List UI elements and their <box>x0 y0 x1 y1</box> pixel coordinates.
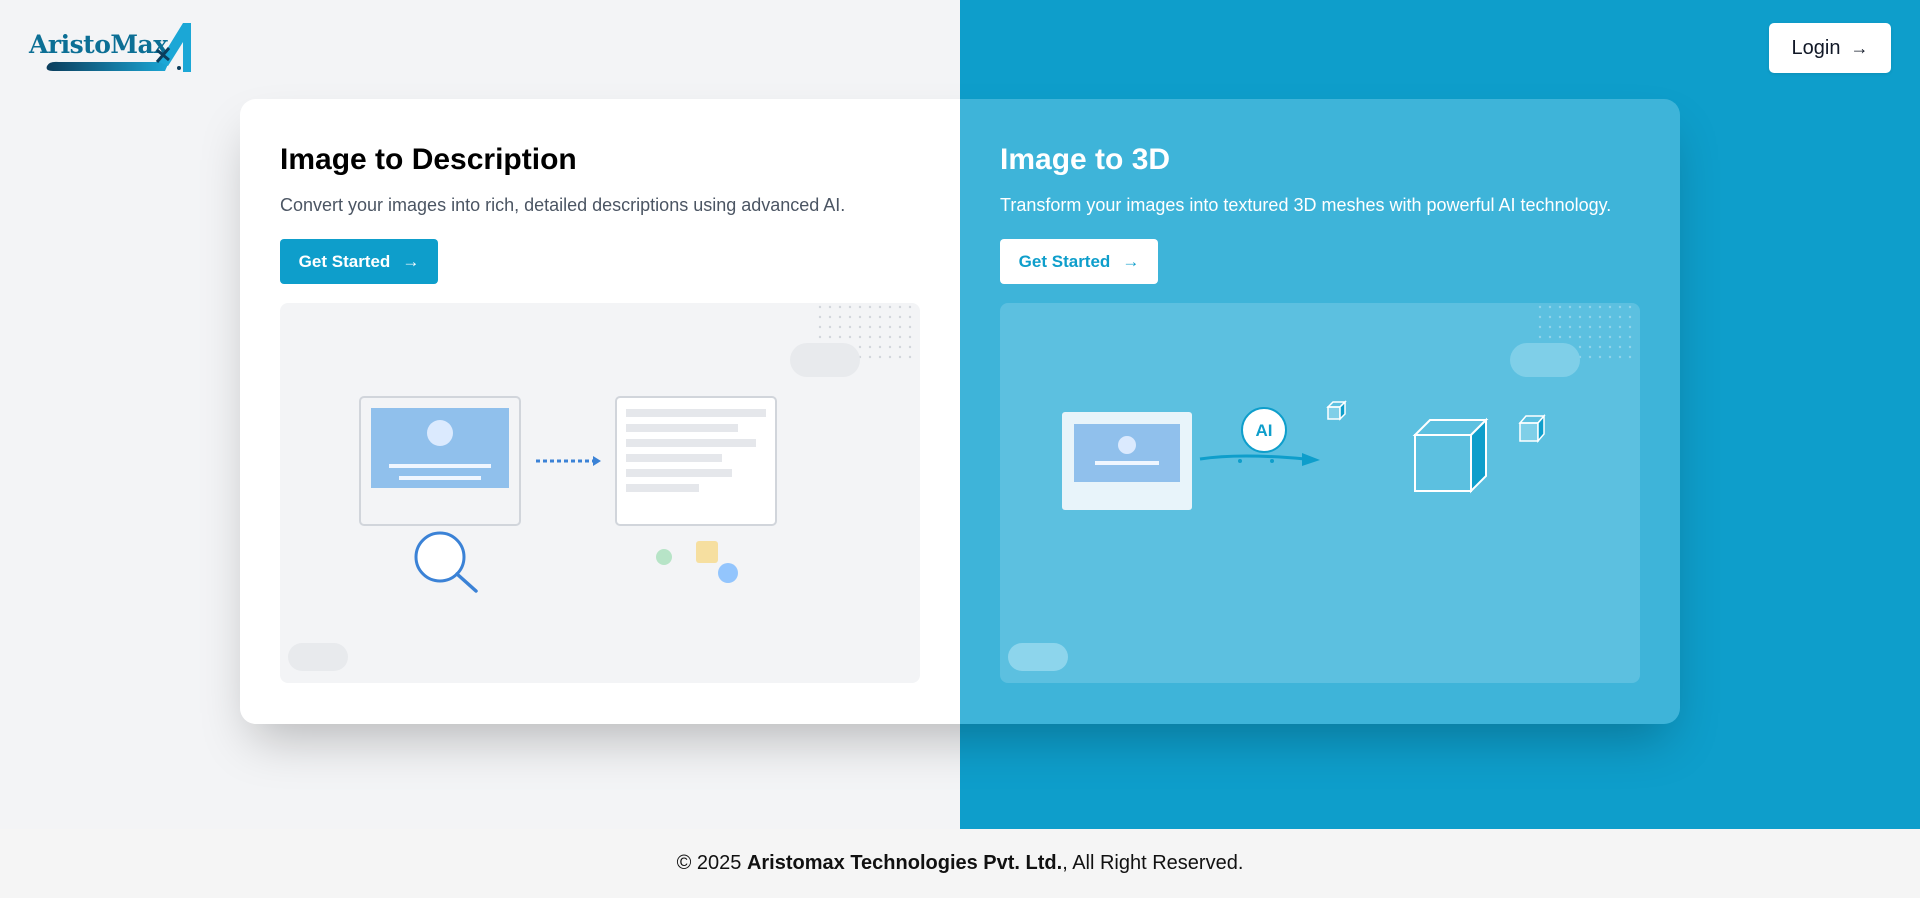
card-description: Convert your images into rich, detailed … <box>280 195 846 215</box>
description-illustration <box>280 303 920 683</box>
image-to-3d-card: Image to 3D Transform your images into t… <box>960 99 1680 724</box>
card-description: Transform your images into textured 3D m… <box>1000 195 1612 215</box>
get-started-label: Get Started <box>1018 251 1111 271</box>
footer-company: Aristomax Technologies Pvt. Ltd. <box>746 852 1063 874</box>
login-button[interactable]: Login → <box>1769 23 1891 73</box>
arrow-right-icon: → <box>1122 251 1140 271</box>
footer-suffix: , All Right Reserved. <box>1062 852 1244 874</box>
get-started-button[interactable]: Get Started → <box>280 239 438 284</box>
arrow-right-icon: → <box>1850 37 1869 58</box>
3d-illustration: AI <box>1000 303 1640 683</box>
logo-mark-icon <box>46 23 191 72</box>
card-title: Image to 3D <box>1000 143 1171 176</box>
get-started-button[interactable]: Get Started → <box>1000 239 1158 284</box>
brand-logo[interactable]: AristoMax <box>29 20 201 76</box>
login-label: Login <box>1791 36 1841 59</box>
footer: © 2025 Aristomax Technologies Pvt. Ltd. … <box>0 829 1920 898</box>
ai-badge: AI <box>1256 421 1273 440</box>
arrow-right-icon: → <box>402 251 420 271</box>
image-to-description-card: Image to Description Convert your images… <box>240 99 960 724</box>
card-title: Image to Description <box>280 143 577 176</box>
footer-prefix: © 2025 <box>676 852 747 874</box>
get-started-label: Get Started <box>298 251 391 271</box>
